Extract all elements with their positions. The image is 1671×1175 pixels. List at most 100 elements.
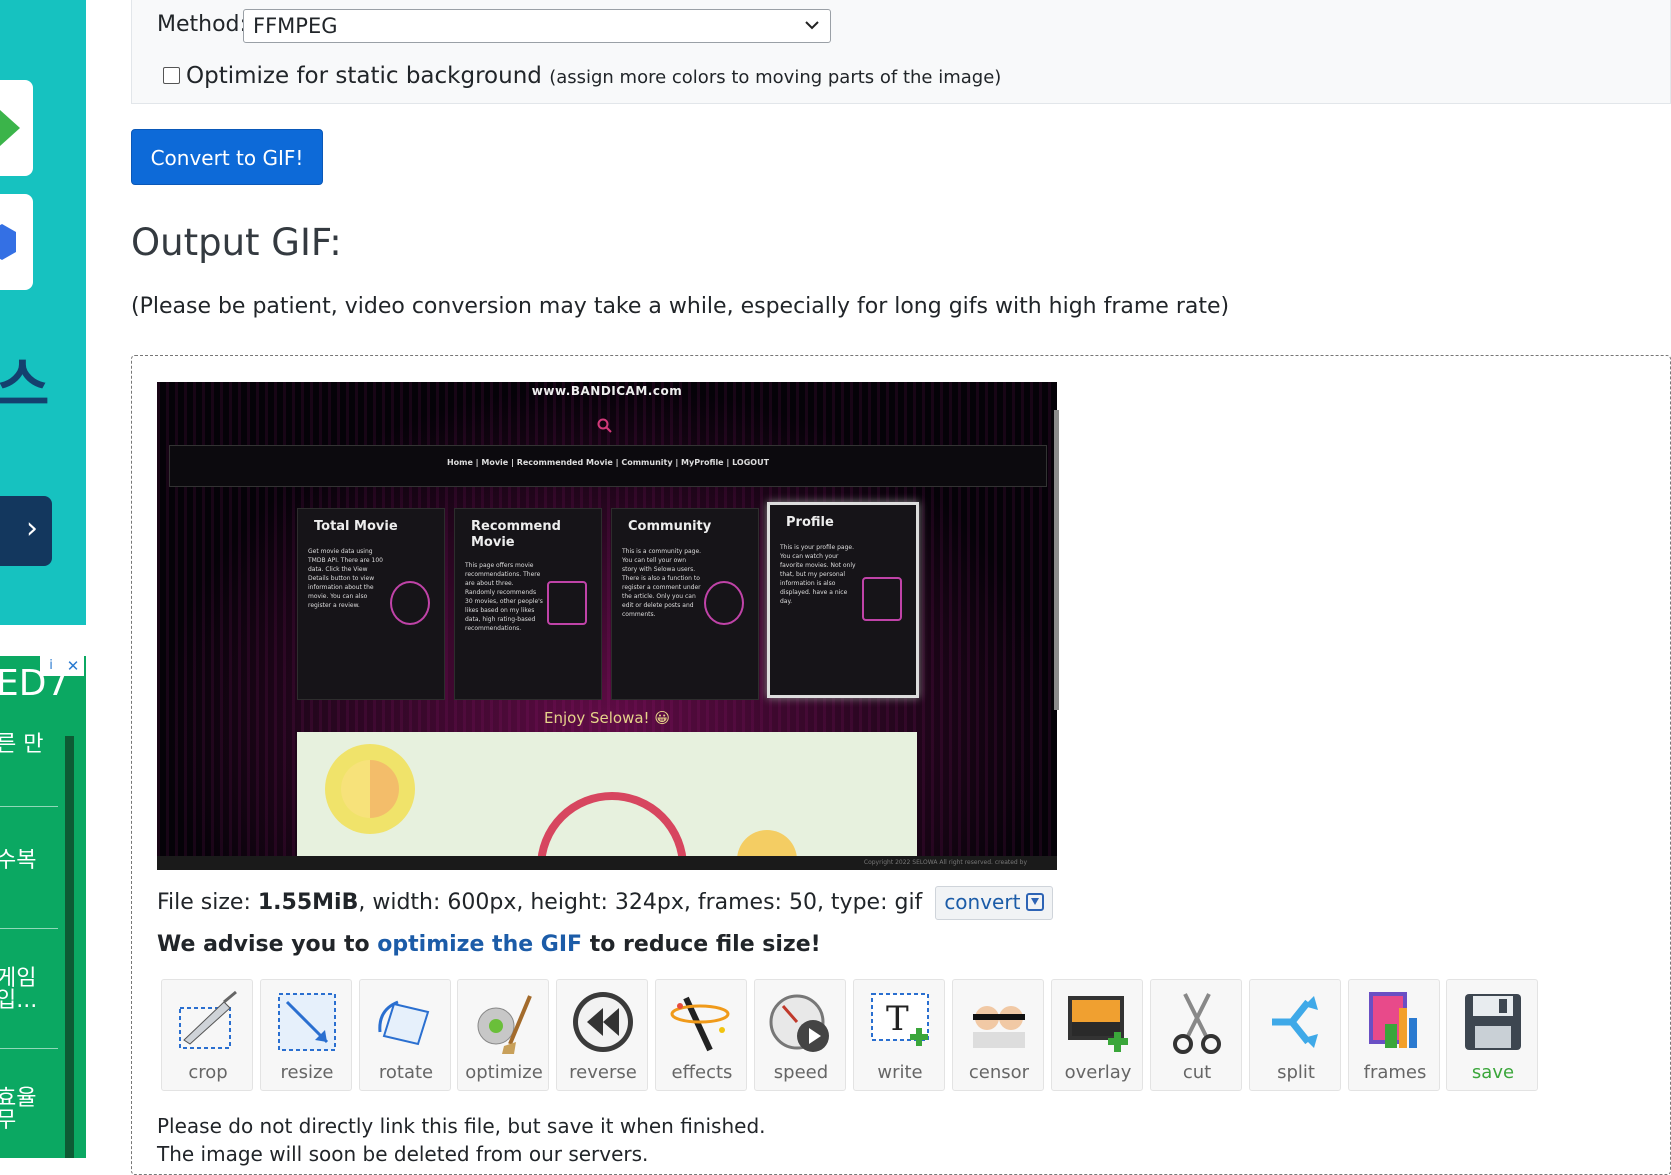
tool-label: frames [1363,1062,1427,1083]
tool-label: cut [1182,1062,1212,1083]
tool-rotate-button[interactable]: rotate [359,979,451,1091]
ad-text: 수복 [0,848,37,873]
gif-enjoy-text: Enjoy Selowa! 😀 [544,709,670,727]
gif-nav-text: Home | Movie | Recommended Movie | Commu… [446,458,770,467]
effects-icon [670,996,730,1052]
speed-icon [769,994,829,1052]
frames-icon [1369,992,1417,1048]
advertisement-bottom[interactable]: ED7 른 만 수복 게임 입... 효율 무 [0,656,86,1158]
tool-split-button[interactable]: split [1249,979,1341,1091]
chat-icon [704,581,744,625]
convert-file-button[interactable]: convert [935,886,1054,920]
gif-card-desc: This is your profile page. You can watch… [780,544,856,605]
tool-label: split [1277,1062,1315,1083]
tool-label: speed [773,1062,829,1083]
censor-icon [973,1006,1025,1048]
tool-label: write [877,1062,923,1083]
split-icon [1272,996,1318,1048]
convert-file-label: convert [944,890,1021,914]
optimize-static-checkbox[interactable] [163,67,180,84]
ad-card [0,80,33,176]
ad-text: 스 [0,351,50,419]
method-selected-value: FFMPEG [253,14,338,38]
film-reel-icon [390,581,430,625]
scissors-icon [1173,993,1221,1054]
ad-hex-icon [0,224,16,260]
tool-effects-button[interactable]: effects [655,979,747,1091]
svg-text:T: T [886,999,909,1039]
gif-illustration [297,732,917,870]
ad-card [0,194,33,290]
tool-label: resize [280,1062,334,1083]
advise-text-before: We advise you to [157,932,378,957]
resize-icon [278,993,336,1051]
tool-label: rotate [378,1062,434,1083]
gif-nav-bar: Home | Movie | Recommended Movie | Commu… [169,445,1047,487]
output-title: Output GIF: [131,221,342,264]
output-gif-image[interactable]: www.BANDICAM.com Home | Movie | Recommen… [157,382,1057,870]
rotate-icon [378,1000,430,1046]
gif-card-title: Community [628,519,712,534]
tool-label: crop [188,1062,228,1083]
file-info: File size: 1.55MiB, width: 600px, height… [157,886,1054,920]
tool-cut-button[interactable]: cut [1150,979,1242,1091]
crop-icon [179,990,237,1049]
optimize-label-text: Optimize for static background [186,63,542,89]
gif-card-profile: Profile This is your profile page. You c… [767,502,919,698]
link-warning-line1: Please do not directly link this file, b… [157,1114,766,1138]
patience-note: (Please be patient, video conversion may… [131,294,1230,319]
optimize-icon [477,995,532,1054]
reverse-icon [573,992,633,1052]
profile-icon [862,577,902,621]
ad-info-icon[interactable]: i [40,656,62,676]
method-select[interactable]: FFMPEG [243,9,831,43]
tool-label: censor [968,1062,1030,1083]
tool-optimize-button[interactable]: optimize [457,979,549,1091]
gif-scrollbar[interactable] [1054,410,1059,710]
ad-text: 른 만 [0,732,44,757]
overlay-icon [1068,996,1128,1052]
method-label: Method: [157,12,247,37]
tool-crop-button[interactable]: crop [161,979,253,1091]
gif-card-title: Total Movie [314,519,398,534]
tool-write-button[interactable]: T write [853,979,945,1091]
ad-divider [0,928,58,929]
tool-overlay-button[interactable]: overlay [1051,979,1143,1091]
tool-label: save [1471,1062,1515,1083]
gif-footer: Copyright 2022 SELOWA All right reserved… [157,856,1057,870]
ad-next-button[interactable]: › [0,496,52,566]
file-size-prefix: File size: [157,890,258,915]
tool-label: optimize [465,1062,543,1083]
optimize-hint-text: (assign more colors to moving parts of t… [549,67,1002,88]
tool-speed-button[interactable]: speed [754,979,846,1091]
ad-text: 무 [0,1108,17,1133]
tool-frames-button[interactable]: frames [1348,979,1440,1091]
gif-card-total-movie: Total Movie Get movie data using TMDB AP… [297,508,445,700]
write-icon: T [871,993,929,1046]
gif-card-desc: Get movie data using TMDB API. There are… [308,548,383,609]
tool-label: reverse [569,1062,637,1083]
gif-watermark: www.BANDICAM.com [531,384,683,398]
file-size-value: 1.55MiB [257,890,359,915]
advise-message: We advise you to optimize the GIF to red… [157,930,821,960]
download-icon [1026,893,1045,911]
tool-resize-button[interactable]: resize [260,979,352,1091]
link-warning-line2: The image will soon be deleted from our … [157,1142,649,1166]
tool-save-button[interactable]: save [1446,979,1538,1091]
search-icon [597,418,613,438]
save-icon [1465,994,1521,1050]
gif-card-desc: This page offers movie recommendations. … [465,562,543,632]
tool-reverse-button[interactable]: reverse [556,979,648,1091]
convert-to-gif-button[interactable]: Convert to GIF! [131,129,323,185]
tool-label: overlay [1064,1062,1132,1083]
optimize-gif-link[interactable]: optimize the GIF [377,932,582,957]
sun-inner-shape [341,760,399,818]
optimize-static-label[interactable]: Optimize for static background (assign m… [186,60,1001,94]
tool-censor-button[interactable]: censor [952,979,1044,1091]
ad-text: 게임 [0,966,37,991]
ad-logo-icon [0,110,20,146]
ad-text: 입... [0,988,38,1013]
advertisement-top[interactable]: 스 › [0,0,86,625]
ad-close-icon[interactable]: ✕ [62,656,84,676]
file-details: , width: 600px, height: 324px, frames: 5… [358,890,923,915]
